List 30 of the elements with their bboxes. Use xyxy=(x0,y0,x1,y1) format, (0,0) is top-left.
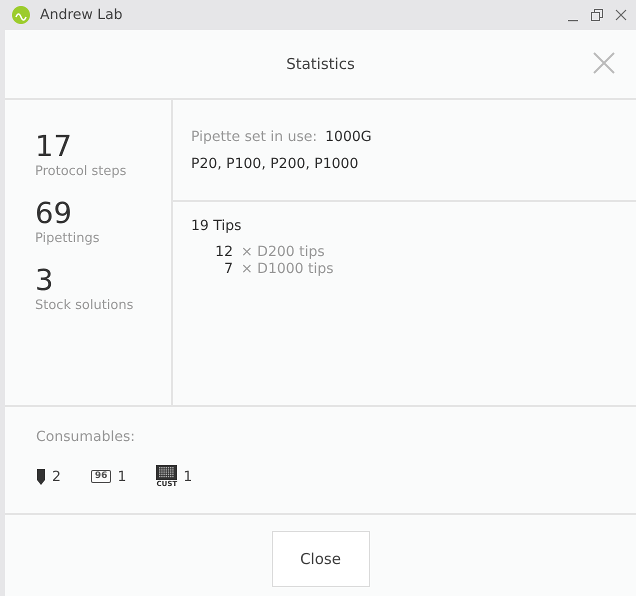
restore-button[interactable] xyxy=(588,6,606,24)
pipette-set-value: 1000G xyxy=(325,129,372,145)
stat-value: 69 xyxy=(35,197,73,229)
stat-label: Pipettings xyxy=(35,231,100,246)
stat-value: 17 xyxy=(35,130,73,162)
window-title: Andrew Lab xyxy=(40,7,124,23)
grid-icon xyxy=(156,465,178,480)
consumable-count: 2 xyxy=(52,468,61,484)
close-icon xyxy=(614,8,628,22)
tube-icon xyxy=(36,468,46,486)
restore-icon xyxy=(590,8,604,22)
logo-icon xyxy=(12,6,30,24)
tip-count: 12 xyxy=(214,244,233,261)
tips-total: 19 Tips xyxy=(191,218,242,234)
minimize-icon xyxy=(568,20,578,22)
pipette-set-label: Pipette set in use: xyxy=(191,129,318,145)
consumable-count: 1 xyxy=(117,468,126,484)
tip-count: 7 xyxy=(223,261,233,278)
stat-value: 3 xyxy=(35,264,54,296)
stat-label: Protocol steps xyxy=(35,164,128,179)
tip-name: × D200 tips xyxy=(241,244,325,261)
tip-name: × D1000 tips xyxy=(241,261,334,278)
pipette-list: P20, P100, P200, P1000 xyxy=(191,156,636,172)
dialog-title: Statistics xyxy=(286,55,355,73)
consumable-count: 1 xyxy=(183,468,192,484)
stat-label: Stock solutions xyxy=(35,298,134,313)
close-icon xyxy=(592,51,616,75)
close-button[interactable]: Close xyxy=(272,531,370,587)
consumables-label: Consumables: xyxy=(36,429,136,445)
plate-icon: 96 xyxy=(90,470,112,483)
